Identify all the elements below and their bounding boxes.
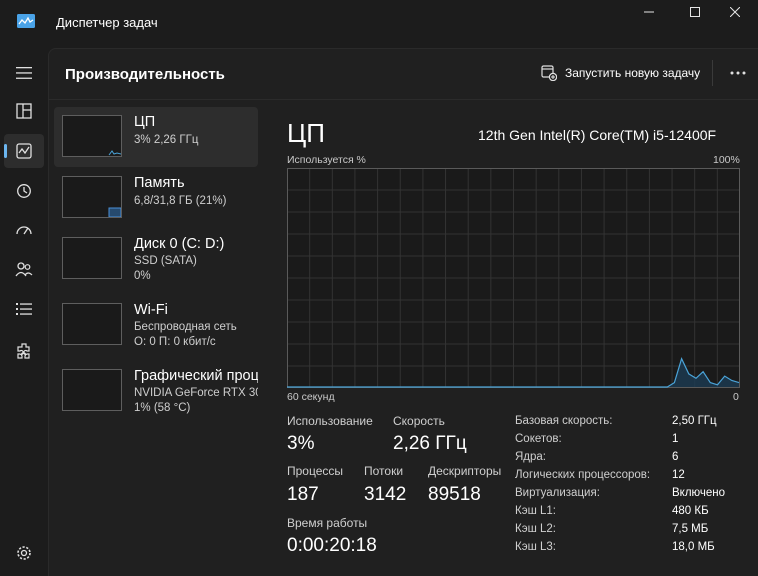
detail-key: Ядра: — [515, 451, 547, 463]
performance-icon — [16, 143, 32, 159]
detail-key: Сокетов: — [515, 433, 562, 445]
handles-value: 89518 — [428, 484, 481, 505]
window-title: Диспетчер задач — [56, 15, 158, 30]
gear-icon — [17, 546, 31, 560]
detail-value: 480 КБ — [672, 505, 709, 517]
resource-name: Wi-Fi — [134, 302, 168, 318]
task-manager-app-icon — [17, 14, 35, 28]
maximize-icon — [690, 7, 700, 17]
graph-time-label: 60 секунд — [287, 391, 335, 403]
memory-thumbnail-graph — [108, 207, 122, 218]
detail-value: 18,0 МБ — [672, 541, 715, 553]
page-title: Производительность — [65, 66, 225, 83]
nav-users[interactable] — [4, 252, 44, 286]
processes-icon — [16, 103, 32, 119]
more-dots-icon — [730, 71, 746, 75]
run-new-task-button[interactable]: Запустить новую задачу — [533, 58, 708, 88]
hamburger-menu-icon — [16, 67, 32, 79]
handles-label: Дескрипторы — [428, 464, 502, 478]
resource-item-memory[interactable]: Память 6,8/31,8 ГБ (21%) — [54, 168, 258, 228]
nav-startup-apps[interactable] — [4, 212, 44, 246]
services-icon — [17, 343, 30, 359]
resource-detail-2: 0% — [134, 270, 151, 282]
resource-item-wifi[interactable]: Wi-Fi Беспроводная сеть О: 0 П: 0 кбит/с — [54, 295, 258, 355]
resource-item-disk[interactable]: Диск 0 (C: D:) SSD (SATA) 0% — [54, 229, 258, 289]
nav-menu-button[interactable] — [4, 56, 44, 90]
detail-value: Включено — [672, 487, 726, 499]
cpu-heading: ЦП — [287, 118, 325, 148]
processes-label: Процессы — [287, 464, 344, 478]
cpu-usage-graph — [287, 168, 740, 388]
active-indicator — [4, 144, 7, 158]
users-icon — [15, 262, 33, 277]
resource-detail-2: О: 0 П: 0 кбит/с — [134, 336, 216, 348]
details-icon — [16, 303, 32, 315]
uptime-value: 0:00:20:18 — [287, 535, 377, 556]
run-task-icon — [541, 65, 557, 81]
memory-thumbnail — [62, 176, 122, 218]
processes-value: 187 — [287, 484, 319, 505]
resource-name: Графический процессор 0 — [134, 368, 258, 384]
close-icon — [730, 7, 740, 17]
disk-thumbnail — [62, 237, 122, 279]
detail-key: Кэш L1: — [515, 505, 556, 517]
threads-label: Потоки — [364, 464, 404, 478]
resource-item-gpu[interactable]: Графический процессор 0 NVIDIA GeForce R… — [54, 361, 258, 421]
detail-key: Логических процессоров: — [515, 469, 651, 481]
nav-app-history[interactable] — [4, 174, 44, 208]
run-new-task-label: Запустить новую задачу — [565, 66, 701, 80]
cpu-model: 12th Gen Intel(R) Core(TM) i5-12400F — [478, 127, 717, 143]
gpu-thumbnail — [62, 369, 122, 411]
detail-key: Кэш L3: — [515, 541, 556, 553]
navigation-rail — [0, 48, 48, 576]
speed-label: Скорость — [393, 414, 445, 428]
resource-item-cpu[interactable]: ЦП 3% 2,26 ГГц — [54, 107, 258, 167]
resource-detail: 3% 2,26 ГГц — [134, 134, 199, 146]
header-divider — [48, 99, 758, 100]
resource-name: Диск 0 (C: D:) — [134, 236, 225, 252]
detail-value: 6 — [672, 451, 679, 463]
app-history-icon — [17, 184, 31, 198]
detail-value: 12 — [672, 469, 685, 481]
usage-value: 3% — [287, 433, 315, 454]
detail-value: 2,50 ГГц — [672, 415, 717, 427]
detail-key: Базовая скорость: — [515, 415, 613, 427]
uptime-label: Время работы — [287, 516, 368, 530]
cpu-thumbnail — [62, 115, 122, 157]
nav-processes[interactable] — [4, 94, 44, 128]
nav-details[interactable] — [4, 292, 44, 326]
nav-performance[interactable] — [4, 134, 44, 168]
close-button[interactable] — [712, 0, 758, 24]
toolbar-divider — [712, 60, 713, 86]
detail-value: 7,5 МБ — [672, 523, 709, 535]
usage-label: Использование — [287, 414, 373, 428]
detail-value: 1 — [672, 433, 679, 445]
speed-value: 2,26 ГГц — [393, 433, 467, 454]
threads-value: 3142 — [364, 484, 407, 505]
resource-detail: SSD (SATA) — [134, 255, 197, 267]
graph-max-label: 100% — [713, 154, 740, 166]
startup-apps-icon — [16, 226, 32, 235]
graph-min-label: 0 — [733, 391, 739, 403]
resource-detail-2: 1% (58 °C) — [134, 402, 191, 414]
nav-settings[interactable] — [4, 536, 44, 570]
wifi-thumbnail — [62, 303, 122, 345]
resource-name: ЦП — [134, 114, 156, 130]
detail-key: Кэш L2: — [515, 523, 556, 535]
minimize-icon — [644, 11, 654, 13]
detail-key: Виртуализация: — [515, 487, 600, 499]
nav-services[interactable] — [4, 334, 44, 368]
minimize-button[interactable] — [626, 0, 672, 24]
resource-detail: NVIDIA GeForce RTX 3060 — [134, 387, 258, 399]
more-options-button[interactable] — [726, 60, 750, 86]
cpu-thumbnail-graph — [108, 150, 122, 156]
resource-name: Память — [134, 175, 185, 191]
resource-detail: Беспроводная сеть — [134, 321, 237, 333]
graph-label: Используется % — [287, 154, 366, 166]
resource-detail: 6,8/31,8 ГБ (21%) — [134, 195, 227, 207]
